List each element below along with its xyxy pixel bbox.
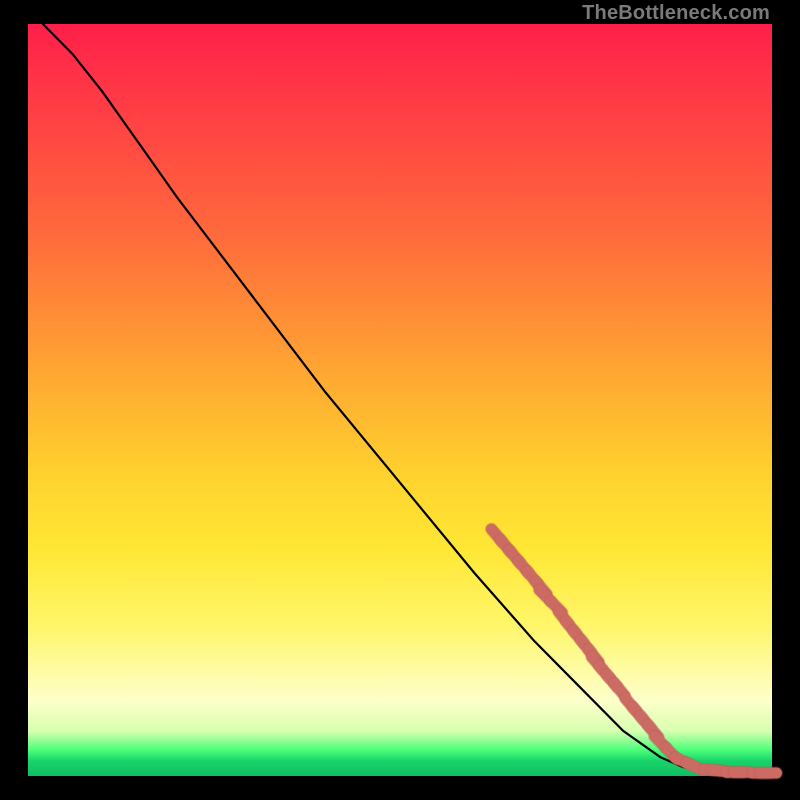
curve-markers [491,529,776,773]
watermark-text: TheBottleneck.com [582,2,770,25]
chart-frame: TheBottleneck.com [0,0,800,800]
chart-svg [28,24,772,776]
curve-line [43,24,772,774]
